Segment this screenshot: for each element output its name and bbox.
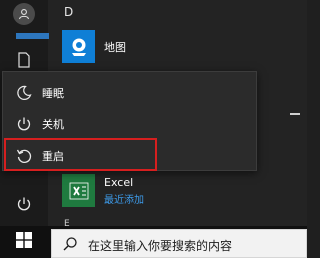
search-placeholder: 在这里输入你要搜索的内容 [88,239,233,253]
app-label-excel: Excel [104,176,134,189]
power-button[interactable] [0,193,48,219]
excel-icon [62,174,95,207]
sleep-label: 睡眠 [42,87,64,100]
taskbar: 在这里输入你要搜索的内容 [0,226,307,258]
collapse-indicator [290,113,300,115]
restart-icon [14,146,34,166]
maps-icon [62,30,95,63]
group-header-d[interactable]: D [64,5,73,19]
document-icon [17,52,31,72]
app-item-excel[interactable]: Excel 最近添加 [48,173,307,209]
user-avatar-icon [13,3,35,25]
power-icon [14,114,34,134]
power-icon [16,196,32,216]
tile-accent-bar [16,33,49,39]
app-label-maps: 地图 [104,41,126,54]
power-menu-sleep[interactable]: 睡眠 [3,79,256,107]
power-menu-shutdown[interactable]: 关机 [3,110,256,138]
moon-icon [14,83,34,103]
recently-added-label: 最近添加 [104,195,144,206]
restart-label: 重启 [42,150,64,163]
start-button[interactable] [0,226,48,258]
shutdown-label: 关机 [42,118,64,131]
power-menu: 睡眠 关机 重启 [2,71,257,171]
user-account-button[interactable] [0,2,48,26]
windows-logo-icon [16,232,32,252]
search-icon [62,236,78,252]
taskbar-search-box[interactable]: 在这里输入你要搜索的内容 [51,229,307,258]
app-item-maps[interactable]: 地图 [48,30,307,64]
power-menu-restart[interactable]: 重启 [3,142,256,170]
